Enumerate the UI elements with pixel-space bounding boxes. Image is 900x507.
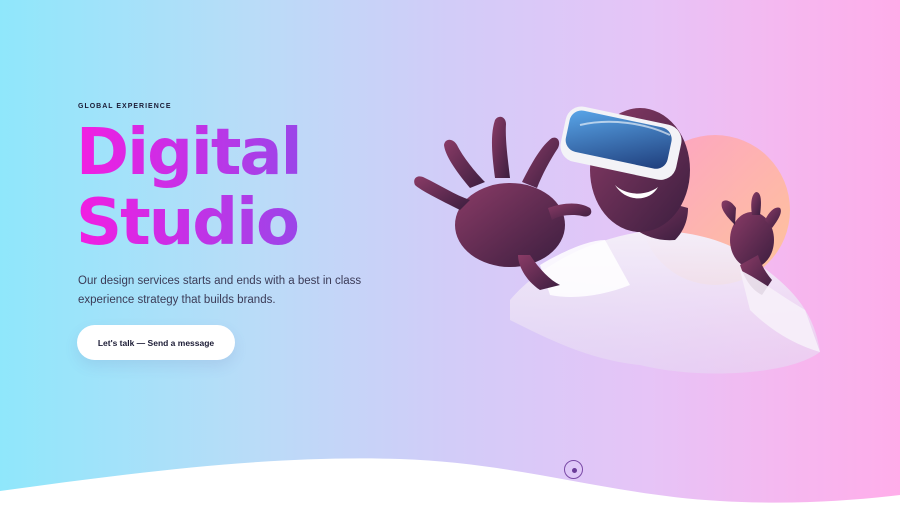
hero-title-line-2: Studio bbox=[76, 186, 298, 260]
hero-title-line-1: Digital bbox=[76, 116, 301, 190]
send-message-button[interactable]: Let's talk — Send a message bbox=[77, 325, 235, 360]
hero-title: Digital Studio bbox=[76, 118, 301, 258]
eyebrow-label: GLOBAL EXPERIENCE bbox=[78, 103, 172, 110]
scroll-dot-icon bbox=[572, 468, 577, 473]
hero-section: GLOBAL EXPERIENCE Digital Studio Our des… bbox=[0, 0, 900, 507]
bottom-wave bbox=[0, 458, 900, 507]
hero-description: Our design services starts and ends with… bbox=[78, 275, 362, 306]
scroll-down-button[interactable] bbox=[564, 460, 583, 479]
vr-user-image bbox=[414, 106, 820, 374]
